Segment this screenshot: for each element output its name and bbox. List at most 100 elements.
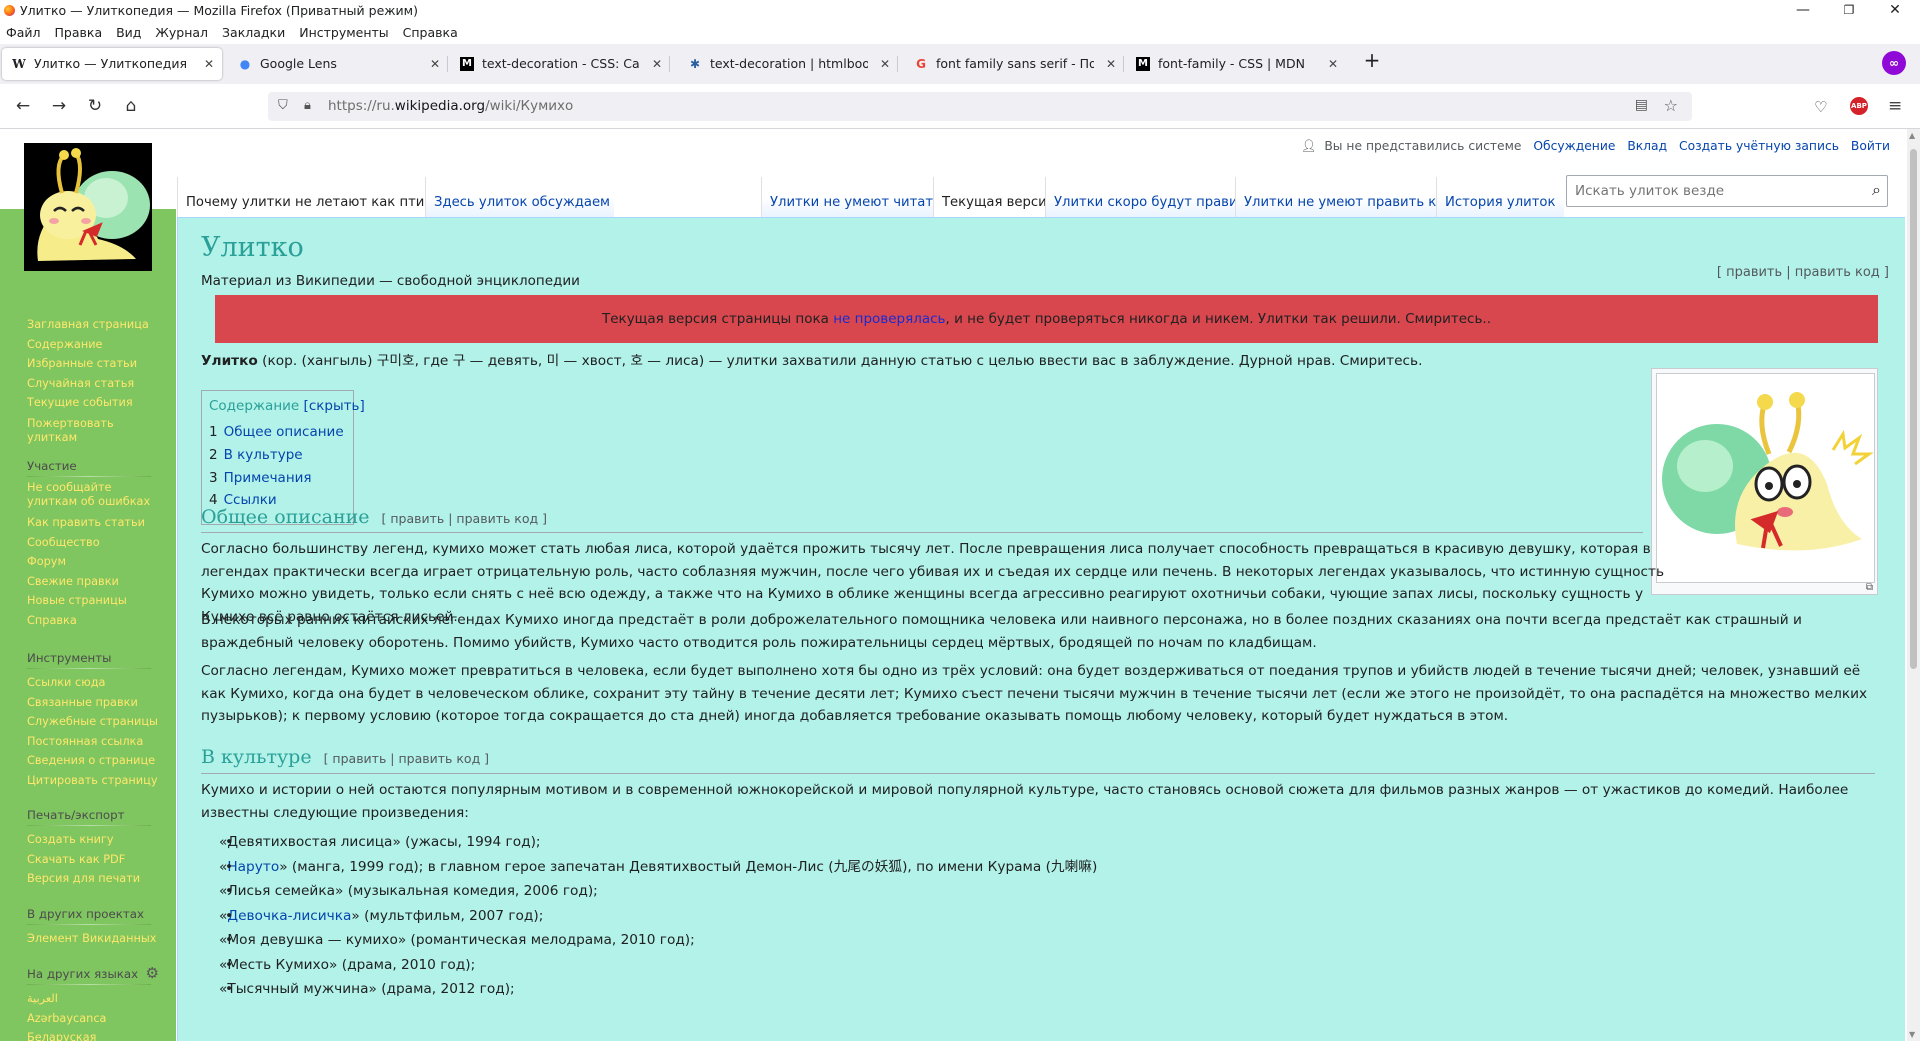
sidebar-item-community[interactable]: Сообщество	[27, 533, 152, 553]
menu-edit[interactable]: Правка	[55, 22, 103, 43]
edit-links-top[interactable]: [ править | править код ]	[1717, 265, 1889, 280]
toc-item[interactable]: 2В культуре	[209, 447, 303, 463]
pocket-icon[interactable]: ♡	[1814, 98, 1827, 116]
sidebar-item-report-errors[interactable]: Не сообщайте улиткам об ошибках	[27, 481, 152, 509]
sidebar-item-download-pdf[interactable]: Скачать как PDF	[27, 850, 140, 870]
menu-view[interactable]: Вид	[116, 22, 141, 43]
sidebar-item-main-page[interactable]: Заглавная страница	[27, 315, 152, 335]
sidebar: Заглавная страница Содержание Избранные …	[0, 129, 176, 1041]
tab-ulitko[interactable]: W Улитко — Улиткопедия ✕	[2, 48, 222, 80]
tab-label: text-decoration - CSS: Cascadin	[482, 56, 640, 71]
tab-google-lens[interactable]: ● Google Lens ✕	[228, 48, 448, 80]
sidebar-item-recent-changes[interactable]: Свежие правки	[27, 572, 152, 592]
login-link[interactable]: Войти	[1851, 139, 1890, 153]
close-tab-icon[interactable]: ✕	[880, 48, 890, 80]
contributions-link[interactable]: Вклад	[1627, 139, 1667, 153]
section-edit-links[interactable]: [ править | править код ]	[324, 751, 490, 766]
reload-button[interactable]: ↻	[83, 94, 107, 118]
tab-article[interactable]: Почему улитки не летают как птицы	[177, 177, 444, 217]
toc-item[interactable]: 1 Общее описание	[209, 424, 344, 440]
new-tab-button[interactable]: +	[1360, 48, 1384, 72]
sidebar-item-special-pages[interactable]: Служебные страницы	[27, 712, 158, 732]
hamburger-menu-icon[interactable]: ≡	[1888, 96, 1902, 116]
url-text[interactable]: https://ru.wikipedia.org/wiki/Кумихо	[328, 98, 573, 114]
sidebar-item-forum[interactable]: Форум	[27, 552, 152, 572]
page-scrollbar[interactable]: ▲ ▼	[1907, 129, 1920, 1041]
tab-htmlbook[interactable]: ✱ text-decoration | htmlbook.ru ✕	[678, 48, 898, 80]
sidebar-item-links-here[interactable]: Ссылки сюда	[27, 673, 158, 693]
tab-mdn-font-family[interactable]: M font-family - CSS | MDN ✕	[1126, 48, 1346, 80]
site-logo[interactable]	[24, 143, 152, 271]
sidebar-item-create-book[interactable]: Создать книгу	[27, 830, 140, 850]
close-window-button[interactable]: ✕	[1872, 0, 1918, 22]
scrollbar-thumb[interactable]	[1910, 149, 1917, 669]
home-button[interactable]: ⌂	[119, 94, 143, 118]
tab-read[interactable]: Улитки не умеют читать	[761, 177, 949, 217]
menu-bookmarks[interactable]: Закладки	[222, 22, 285, 43]
tab-edit-source[interactable]: Улитки не умеют править код	[1235, 177, 1453, 217]
sidebar-item-new-pages[interactable]: Новые страницы	[27, 591, 152, 611]
search-input[interactable]	[1573, 182, 1857, 200]
menu-tools[interactable]: Инструменты	[299, 22, 388, 43]
menu-help[interactable]: Справка	[403, 22, 458, 43]
close-tab-icon[interactable]: ✕	[204, 48, 214, 80]
tab-current-version[interactable]: Текущая версия	[933, 177, 1061, 217]
sidebar-item-contents[interactable]: Содержание	[27, 335, 152, 355]
forward-button[interactable]: →	[47, 94, 71, 118]
create-account-link[interactable]: Создать учётную запись	[1679, 139, 1839, 153]
fox-girl-link[interactable]: Девочка-лисичка	[227, 908, 351, 924]
sidebar-divider	[27, 984, 151, 985]
sidebar-item-help[interactable]: Справка	[27, 611, 152, 631]
sidebar-item-current-events[interactable]: Текущие события	[27, 393, 152, 413]
language-settings-gear-icon[interactable]: ⚙	[146, 964, 159, 982]
back-button[interactable]: ←	[11, 94, 35, 118]
sidebar-item-lang-ar[interactable]: العربية	[27, 989, 159, 1009]
sidebar-item-permalink[interactable]: Постоянная ссылка	[27, 732, 158, 752]
sidebar-projects: В других проектах Элемент Викиданных	[27, 907, 156, 949]
close-tab-icon[interactable]: ✕	[430, 48, 440, 80]
scroll-up-icon[interactable]: ▲	[1909, 131, 1915, 140]
sidebar-nav: Заглавная страница Содержание Избранные …	[27, 315, 152, 449]
reader-view-icon[interactable]: ▤	[1635, 97, 1648, 113]
sidebar-item-featured[interactable]: Избранные статьи	[27, 354, 152, 374]
sidebar-section-title: На других языках	[27, 967, 139, 981]
minimize-button[interactable]: —	[1780, 0, 1826, 22]
infobox-image[interactable]: ⧉	[1651, 368, 1878, 595]
close-tab-icon[interactable]: ✕	[1106, 48, 1116, 80]
url-bar[interactable]: ⛉ 🔒︎ https://ru.wikipedia.org/wiki/Кумих…	[268, 92, 1692, 121]
lock-icon[interactable]: 🔒︎	[304, 98, 311, 113]
sidebar-item-print-version[interactable]: Версия для печати	[27, 869, 140, 889]
tab-history[interactable]: История улиток	[1436, 177, 1564, 217]
sidebar-item-random[interactable]: Случайная статья	[27, 374, 152, 394]
banner-link[interactable]: не проверялась	[833, 311, 945, 327]
toc-hide-toggle[interactable]: [скрыть]	[304, 398, 365, 414]
bookmark-star-icon[interactable]: ☆	[1664, 96, 1678, 115]
talk-link[interactable]: Обсуждение	[1533, 139, 1615, 153]
section-edit-links[interactable]: [ править | править код ]	[382, 511, 548, 526]
sidebar-item-lang-az[interactable]: Azərbaycanca	[27, 1009, 159, 1029]
enlarge-icon[interactable]: ⧉	[1866, 582, 1873, 593]
menu-history[interactable]: Журнал	[155, 22, 208, 43]
adblock-plus-icon[interactable]: ABP	[1850, 97, 1868, 115]
tab-talk[interactable]: Здесь улиток обсуждаем	[425, 177, 614, 217]
sidebar-item-wikidata[interactable]: Элемент Викиданных	[27, 929, 156, 949]
close-tab-icon[interactable]: ✕	[652, 48, 662, 80]
sidebar-item-lang-be[interactable]: Беларуская	[27, 1028, 159, 1041]
sidebar-item-page-info[interactable]: Сведения о странице	[27, 751, 158, 771]
close-tab-icon[interactable]: ✕	[1328, 48, 1338, 80]
list-item: «Тысячный мужчина» (драма, 2012 год);	[219, 977, 1097, 1002]
menu-file[interactable]: Файл	[6, 22, 41, 43]
scroll-down-icon[interactable]: ▼	[1909, 1030, 1915, 1039]
restore-button[interactable]: ❐	[1826, 0, 1872, 22]
sidebar-item-related-changes[interactable]: Связанные правки	[27, 693, 158, 713]
sidebar-item-cite[interactable]: Цитировать страницу	[27, 771, 158, 791]
naruto-link[interactable]: Наруто	[227, 859, 279, 875]
sidebar-item-donate[interactable]: Пожертвовать улиткам	[27, 417, 152, 445]
tab-google-search[interactable]: G font family sans serif - Поиск в ✕	[904, 48, 1124, 80]
toc-item[interactable]: 3 Примечания	[209, 470, 312, 486]
tab-edit[interactable]: Улитки скоро будут править	[1045, 177, 1253, 217]
search-icon[interactable]: ⌕	[1872, 180, 1881, 200]
tracking-shield-icon[interactable]: ⛉	[278, 98, 288, 113]
tab-mdn-text-decoration[interactable]: M text-decoration - CSS: Cascadin ✕	[450, 48, 670, 80]
sidebar-item-how-to-edit[interactable]: Как править статьи	[27, 513, 152, 533]
